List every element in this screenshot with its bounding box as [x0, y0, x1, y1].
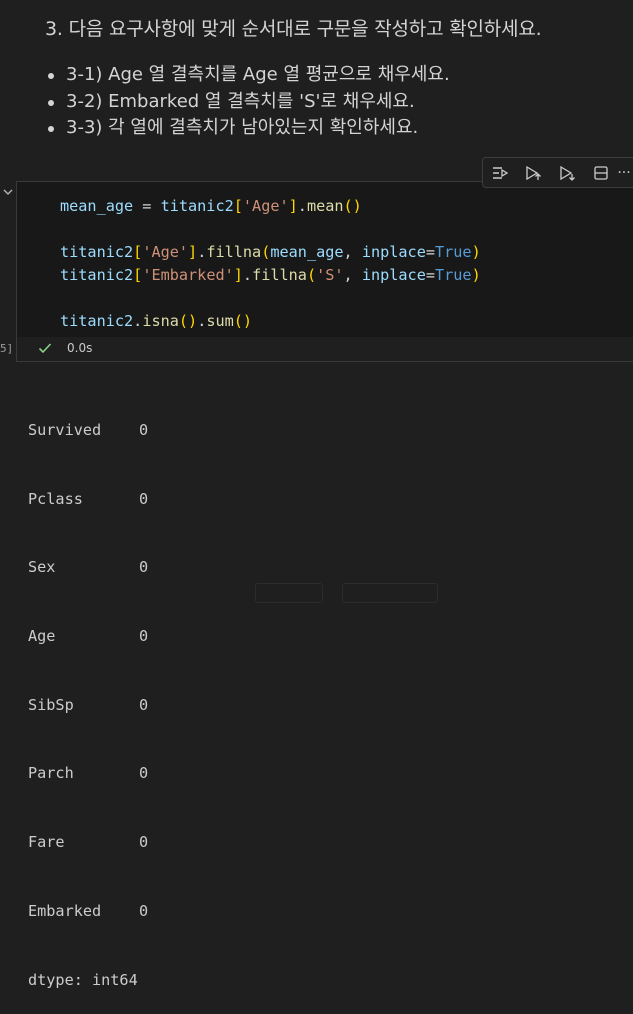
- execution-time: 0.0s: [67, 341, 93, 355]
- split-cell-button[interactable]: [584, 158, 618, 187]
- code-token: fillna: [252, 265, 307, 284]
- list-item: 3-3) 각 열에 결측치가 남아있는지 확인하세요.: [48, 115, 450, 142]
- more-actions-button[interactable]: ···: [617, 158, 633, 187]
- code-token: isna: [142, 311, 179, 330]
- output-row: Survived 0: [28, 420, 149, 439]
- code-token: =: [133, 197, 161, 215]
- execute-below-icon: [560, 165, 575, 181]
- checkmark-icon: [38, 343, 52, 354]
- code-token: inplace: [361, 265, 426, 284]
- execution-count: 5]: [0, 342, 14, 355]
- run-by-line-icon: [492, 166, 509, 179]
- more-icon: ···: [617, 164, 631, 181]
- code-token: titanic2: [60, 265, 134, 284]
- code-token: 'S': [316, 265, 344, 284]
- markdown-heading: 3. 다음 요구사항에 맞게 순서대로 구문을 작성하고 확인하세요.: [45, 18, 542, 40]
- output-row: SibSp 0: [28, 695, 149, 714]
- code-token: 'Age': [242, 197, 289, 215]
- code-token: titanic2: [60, 242, 134, 261]
- list-item: 3-2) Embarked 열 결측치를 'S'로 채우세요.: [48, 89, 450, 116]
- cell-output: Survived 0 Pclass 0 Sex 0 Age 0 SibSp 0 Parch…: [28, 373, 148, 1014]
- code-token: fillna: [206, 242, 262, 261]
- list-item: 3-1) Age 열 결측치를 Age 열 평균으로 채우세요.: [48, 62, 450, 89]
- output-row: Age 0: [28, 626, 149, 645]
- code-token: titanic2: [160, 197, 234, 215]
- requirements-list: 3-1) Age 열 결측치를 Age 열 평균으로 채우세요. 3-2) Em…: [48, 62, 450, 142]
- execute-below-button[interactable]: [550, 158, 584, 187]
- code-token: inplace: [361, 242, 426, 261]
- output-row: Parch 0: [28, 764, 149, 783]
- add-markdown-button[interactable]: [342, 583, 438, 603]
- cell-status: 0.0s: [38, 341, 92, 355]
- split-cell-icon: [593, 165, 608, 180]
- code-token: titanic2: [60, 311, 134, 330]
- execute-above-button[interactable]: [517, 158, 551, 187]
- output-row: Embarked 0: [28, 901, 149, 920]
- code-token: mean_age: [60, 197, 134, 215]
- code-token: True: [435, 265, 472, 284]
- run-by-line-button[interactable]: [483, 158, 517, 187]
- code-token: mean: [306, 197, 344, 215]
- chevron-down-icon[interactable]: [2, 186, 14, 198]
- output-row: Pclass 0: [28, 489, 149, 508]
- code-token: True: [435, 242, 472, 261]
- execute-above-icon: [526, 165, 542, 180]
- code-token: mean_age: [270, 242, 344, 261]
- code-content[interactable]: mean_age = titanic2['Age'].mean() titani…: [60, 195, 481, 332]
- add-code-button[interactable]: [255, 583, 323, 603]
- code-token: 'Age': [142, 242, 189, 261]
- output-row: Fare 0: [28, 833, 149, 852]
- cell-toolbar: ···: [482, 157, 633, 188]
- output-dtype: dtype: int64: [28, 970, 138, 989]
- code-token: sum: [206, 311, 234, 330]
- code-token: 'Embarked': [142, 265, 234, 284]
- output-row: Sex 0: [28, 558, 149, 577]
